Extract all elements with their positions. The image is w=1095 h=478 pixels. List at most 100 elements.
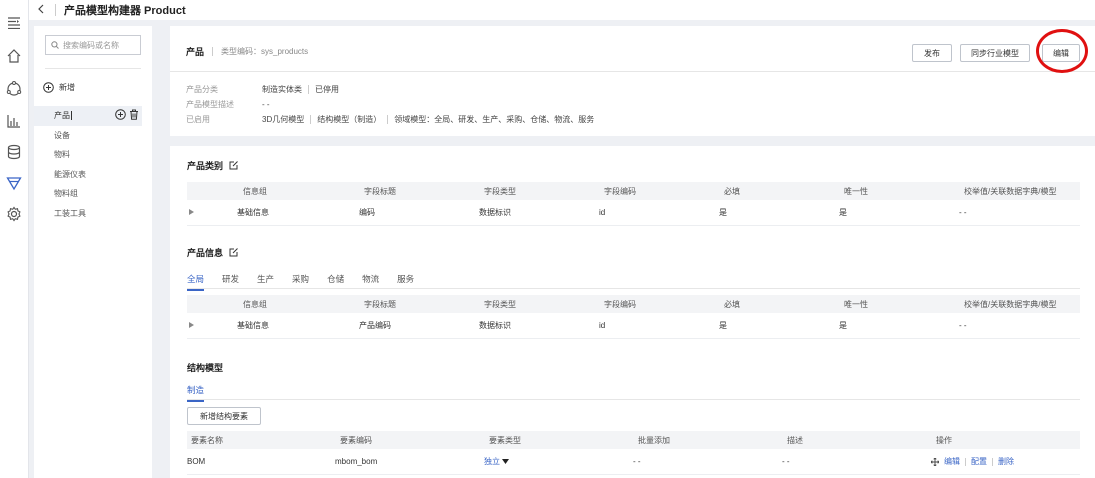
table-cell: 基础信息 — [237, 321, 269, 330]
cycle-icon[interactable] — [5, 80, 23, 98]
column-header: 信息组 — [243, 186, 267, 196]
divider — [55, 4, 56, 16]
edit-link[interactable]: 编辑 — [944, 456, 960, 467]
divider — [212, 47, 214, 56]
tree-item-label: 产品 — [54, 111, 70, 121]
tree-item-energy-meter[interactable]: 能源仪表 — [34, 165, 152, 185]
column-header: 信息组 — [243, 299, 267, 309]
table-cell: id — [599, 321, 606, 330]
table-cell: 基础信息 — [237, 208, 269, 217]
add-structure-element-button[interactable]: 新增结构要素 — [187, 407, 261, 425]
column-header: 字段编码 — [604, 299, 636, 309]
divider — [45, 68, 141, 69]
top-bar: 产品模型构建器 Product — [29, 0, 1095, 20]
drag-move-icon[interactable] — [931, 457, 939, 466]
edit-icon[interactable] — [229, 248, 238, 257]
table-row[interactable]: 基础信息 产品编码 数据标识 id 是 是 - - — [187, 313, 1080, 339]
database-icon[interactable] — [5, 143, 23, 161]
description-value: - - — [262, 100, 270, 109]
table-cell: 是 — [719, 208, 727, 217]
expand-icon[interactable] — [189, 208, 194, 217]
table-row[interactable]: BOM mbom_bom 独立 - - - - 编辑 配置 删除 — [187, 449, 1080, 475]
trash-icon[interactable] — [129, 109, 139, 120]
table-header: 信息组 字段标题 字段类型 字段编码 必填 唯一性 校举值/关联数据字典/模型 — [187, 182, 1080, 200]
column-header: 唯一性 — [844, 186, 868, 196]
divider — [965, 457, 966, 466]
enabled-geometry: 3D几何模型 — [262, 115, 305, 124]
plus-circle-icon — [43, 82, 54, 93]
tree-item-equipment[interactable]: 设备 — [34, 126, 152, 146]
model-header-card: 产品 类型编码：sys_products 发布 同步行业模型 编辑 产品分类 制… — [170, 26, 1095, 136]
table-cell: 数据标识 — [479, 321, 511, 330]
divider — [187, 399, 1080, 400]
category-value: 制造实体类 — [262, 85, 302, 94]
table-cell: - - — [959, 321, 967, 330]
table-cell: id — [599, 208, 606, 217]
search-input[interactable]: 搜索编码或名称 — [45, 35, 141, 55]
add-icon[interactable] — [115, 109, 126, 120]
column-header: 校举值/关联数据字典/模型 — [964, 299, 1057, 309]
table-header: 信息组 字段标题 字段类型 字段编码 必填 唯一性 校举值/关联数据字典/模型 — [187, 295, 1080, 313]
icon-rail — [0, 0, 29, 478]
enabled-structure: 结构模型（制造） — [317, 115, 382, 124]
structure-model-section-title: 结构模型 — [187, 361, 223, 374]
chart-icon[interactable] — [5, 112, 23, 130]
edit-icon[interactable] — [229, 161, 238, 170]
table-cell: 是 — [839, 208, 847, 217]
tree-item-product[interactable]: 产品 — [34, 106, 142, 126]
column-header: 唯一性 — [844, 299, 868, 309]
publish-button[interactable]: 发布 — [912, 44, 952, 62]
sidebar: 搜索编码或名称 新增 产品 设备 物料 能源仪表 物料组 工装工具 — [34, 26, 152, 478]
tree-item-label: 设备 — [54, 130, 70, 140]
tree-item-label: 工装工具 — [54, 208, 86, 218]
table-row[interactable]: 基础信息 编码 数据标识 id 是 是 - - — [187, 200, 1080, 226]
model-info: 产品分类 制造实体类 已停用 产品模型描述 - - 已启用 3D几何模型 结构模型（… — [186, 82, 594, 127]
tree-item-material[interactable]: 物料 — [34, 145, 152, 165]
section-title: 产品类别 — [187, 161, 224, 171]
column-header: 批量添加 — [638, 435, 670, 445]
column-header: 字段标题 — [364, 299, 396, 309]
table-cell: 编码 — [359, 208, 375, 217]
delete-link[interactable]: 删除 — [998, 456, 1014, 467]
funnel-icon[interactable] — [5, 175, 23, 193]
tree-item-tooling[interactable]: 工装工具 — [34, 204, 152, 224]
divider — [187, 288, 1080, 289]
element-type-dropdown[interactable]: 独立 — [484, 456, 509, 467]
model-body-card: 产品类别 信息组 字段标题 字段类型 字段编码 必填 唯一性 校举值/关联数据字… — [170, 146, 1095, 478]
column-header: 要素名称 — [191, 435, 223, 445]
table-cell: - - — [633, 457, 641, 466]
description-label: 产品模型描述 — [186, 100, 234, 109]
type-code: 类型编码：sys_products — [221, 47, 309, 56]
tree-item-label: 物料 — [54, 150, 70, 160]
divider — [170, 71, 1095, 72]
model-tree: 产品 设备 物料 能源仪表 物料组 工装工具 — [34, 106, 152, 223]
enabled-domain: 领域模型：全局、研发、生产、采购、仓储、物流、服务 — [394, 115, 595, 124]
chevron-left-icon[interactable] — [37, 4, 51, 17]
table-cell: 是 — [719, 321, 727, 330]
search-icon — [51, 41, 59, 49]
tree-item-material-group[interactable]: 物料组 — [34, 184, 152, 204]
element-type-value: 独立 — [484, 457, 500, 466]
gear-icon[interactable] — [5, 205, 23, 223]
section-title: 结构模型 — [187, 363, 224, 373]
column-header: 校举值/关联数据字典/模型 — [964, 186, 1057, 196]
divider — [992, 457, 993, 466]
sync-industry-model-button[interactable]: 同步行业模型 — [960, 44, 1030, 62]
category-label: 产品分类 — [186, 85, 218, 94]
table-cell: - - — [782, 457, 790, 466]
menu-icon[interactable] — [5, 14, 23, 32]
column-header: 字段类型 — [484, 299, 516, 309]
table-cell: 是 — [839, 321, 847, 330]
home-icon[interactable] — [5, 47, 23, 65]
product-category-table: 信息组 字段标题 字段类型 字段编码 必填 唯一性 校举值/关联数据字典/模型 … — [187, 182, 1080, 226]
enabled-label: 已启用 — [186, 115, 210, 124]
table-cell: 产品编码 — [359, 321, 391, 330]
product-info-section-title: 产品信息 — [187, 246, 238, 259]
configure-link[interactable]: 配置 — [971, 456, 987, 467]
add-button[interactable]: 新增 — [43, 82, 75, 93]
highlight-circle — [1036, 29, 1088, 73]
caret-down-icon — [502, 459, 509, 464]
tree-item-label: 能源仪表 — [54, 169, 86, 179]
expand-icon[interactable] — [189, 321, 194, 330]
column-header: 字段类型 — [484, 186, 516, 196]
